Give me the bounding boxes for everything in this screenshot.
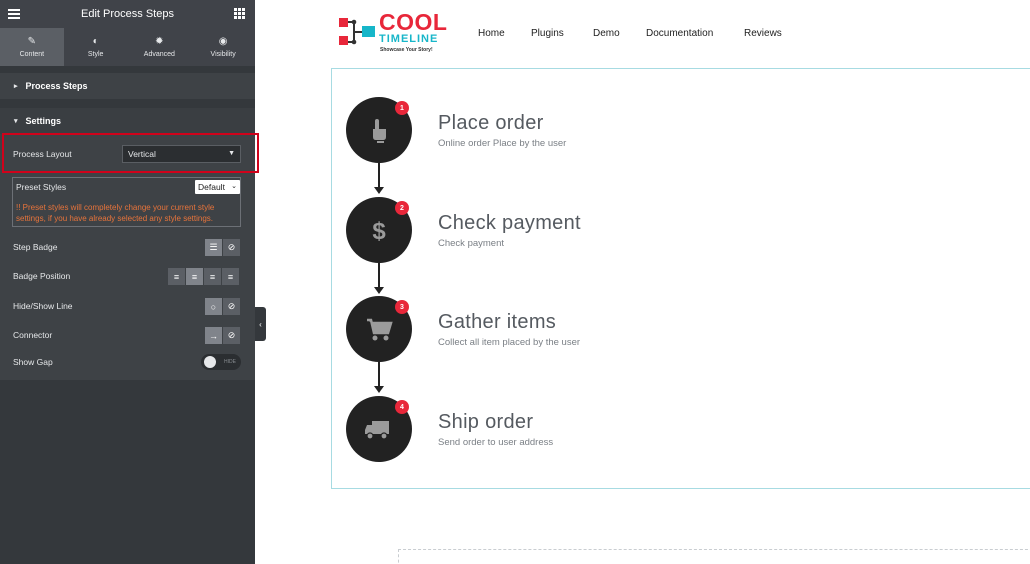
preset-styles-select[interactable]: Default ⌄: [195, 180, 240, 194]
step-badge-buttons: ☰ ⊘: [205, 239, 240, 256]
process-steps-widget: [331, 68, 1030, 489]
preset-styles-label: Preset Styles: [16, 182, 67, 192]
connector-label: Connector: [13, 330, 53, 340]
highlight-box: [2, 133, 259, 173]
tab-content[interactable]: ✎ Content: [0, 28, 64, 66]
caret-down-icon: ▾: [14, 118, 18, 125]
pencil-icon: ✎: [27, 35, 37, 47]
tab-visibility[interactable]: ◉ Visibility: [191, 28, 255, 66]
editor-sidebar: Edit Process Steps ✎ Content ◐ Style ✹ A…: [0, 0, 259, 564]
preset-warning-text: !! Preset styles will completely change …: [16, 203, 215, 223]
align-center-icon[interactable]: ≡: [186, 268, 203, 285]
step-1-badge: 1: [395, 101, 409, 115]
step-2-badge: 2: [395, 201, 409, 215]
nav-home[interactable]: Home: [478, 28, 505, 39]
badge-position-label: Badge Position: [13, 271, 71, 281]
sidebar-title: Edit Process Steps: [81, 8, 174, 20]
align-right-icon[interactable]: ≡: [204, 268, 221, 285]
connector-line: [378, 263, 380, 287]
caret-right-icon: ▸: [14, 83, 18, 90]
step-3-desc: Collect all item placed by the user: [438, 337, 581, 348]
tab-style[interactable]: ◐ Style: [64, 28, 128, 66]
shopping-cart-icon: [367, 318, 393, 341]
logo-tagline: Showcase Your Story!: [380, 47, 433, 53]
hamburger-menu-icon[interactable]: [8, 9, 20, 19]
toggle-text: HIDE: [224, 359, 236, 365]
tab-advanced-label: Advanced: [143, 50, 175, 58]
step-1-desc: Online order Place by the user: [438, 138, 567, 149]
show-gap-toggle[interactable]: HIDE: [201, 354, 241, 370]
tab-content-label: Content: [19, 50, 45, 58]
show-gap-label: Show Gap: [13, 357, 53, 367]
section-settings[interactable]: ▾ Settings: [0, 108, 255, 134]
app-root: Edit Process Steps ✎ Content ◐ Style ✹ A…: [0, 0, 1030, 564]
step-3-title: Gather items: [438, 311, 557, 333]
ban-icon[interactable]: ⊘: [223, 298, 240, 315]
chevron-left-icon: ‹: [259, 319, 262, 329]
chevron-down-icon: ⌄: [231, 183, 237, 190]
eye-icon: ◉: [218, 35, 228, 47]
truck-icon: [365, 421, 389, 440]
step-4-badge: 4: [395, 400, 409, 414]
align-justify-icon[interactable]: ≡: [222, 268, 239, 285]
tab-advanced[interactable]: ✹ Advanced: [128, 28, 192, 66]
align-left-icon[interactable]: ≡: [168, 268, 185, 285]
nav-documentation[interactable]: Documentation: [646, 28, 713, 39]
svg-text:$: $: [372, 218, 386, 245]
tab-visibility-label: Visibility: [210, 50, 236, 58]
step-2-title: Check payment: [438, 212, 581, 234]
arrow-right-icon[interactable]: →: [205, 327, 222, 344]
circle-icon[interactable]: ○: [205, 298, 222, 315]
contrast-icon: ◐: [92, 35, 99, 47]
empty-section-placeholder: [398, 549, 1030, 564]
cool-timeline-logo-icon: [339, 18, 375, 45]
arrow-down-icon: [374, 287, 384, 294]
sidebar-header: Edit Process Steps: [0, 0, 255, 28]
widgets-grid-icon[interactable]: [234, 8, 245, 19]
gear-icon: ✹: [155, 35, 164, 47]
logo-cool-text: COOL: [379, 9, 448, 35]
step-4-desc: Send order to user address: [438, 437, 554, 448]
arrow-down-icon: [374, 386, 384, 393]
ban-icon[interactable]: ⊘: [223, 239, 240, 256]
list-icon[interactable]: ☰: [205, 239, 222, 256]
step-1-title: Place order: [438, 112, 544, 134]
nav-plugins[interactable]: Plugins: [531, 28, 564, 39]
tab-style-label: Style: [87, 50, 104, 58]
section-process-steps-label: Process Steps: [25, 81, 88, 91]
arrow-down-icon: [374, 187, 384, 194]
editor-tabs: ✎ Content ◐ Style ✹ Advanced ◉ Visibilit…: [0, 28, 255, 66]
step-2-desc: Check payment: [438, 238, 505, 249]
badge-position-buttons: ≡ ≡ ≡ ≡: [168, 268, 239, 285]
collapse-panel-handle[interactable]: ‹: [255, 307, 266, 341]
section-process-steps[interactable]: ▸ Process Steps: [0, 73, 255, 99]
ban-icon[interactable]: ⊘: [223, 327, 240, 344]
step-badge-label: Step Badge: [13, 242, 58, 252]
hide-show-line-buttons: ○ ⊘: [205, 298, 240, 315]
hide-show-line-label: Hide/Show Line: [13, 301, 73, 311]
toggle-knob: [204, 356, 216, 368]
preset-styles-value: Default: [198, 182, 225, 192]
dollar-icon: $: [372, 218, 386, 245]
section-settings-label: Settings: [25, 116, 62, 126]
nav-reviews[interactable]: Reviews: [744, 28, 782, 39]
logo-timeline-text: TIMELINE: [379, 33, 439, 45]
step-3-badge: 3: [395, 300, 409, 314]
nav-demo[interactable]: Demo: [593, 28, 620, 39]
connector-line: [378, 362, 380, 386]
step-4-title: Ship order: [438, 411, 534, 433]
connector-buttons: → ⊘: [205, 327, 240, 344]
hand-pointer-icon: [373, 119, 386, 143]
connector-line: [378, 163, 380, 187]
